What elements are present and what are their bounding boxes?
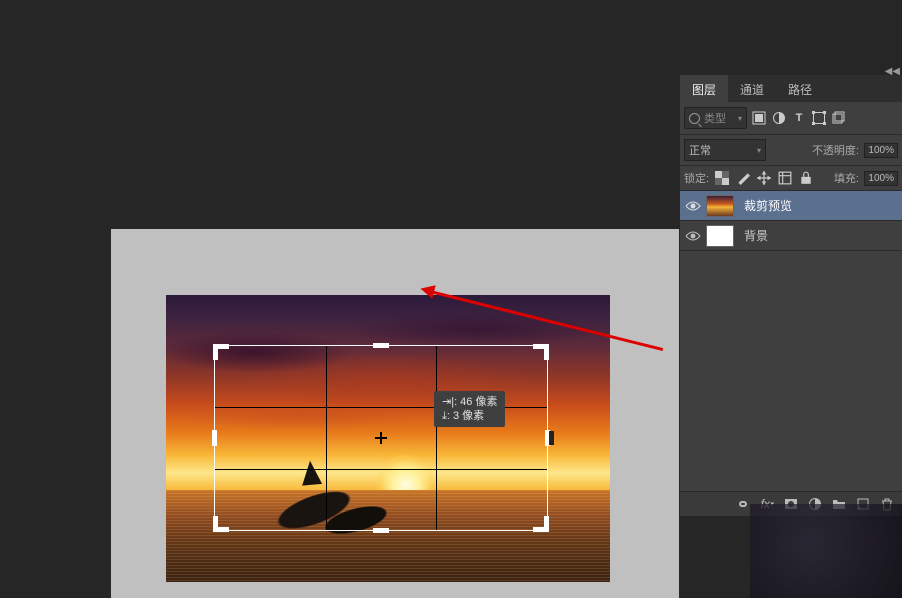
image-content: ⇥|: 46 像素 ⤓: 3 像素 [166,295,610,582]
tooltip-height: ⤓: 3 像素 [442,409,497,423]
blend-mode-select[interactable]: 正常 ▾ [684,139,766,161]
crop-selection[interactable] [214,345,548,531]
tooltip-width: ⇥|: 46 像素 [442,395,497,409]
crop-grid-line [436,346,437,530]
layer-type-filter[interactable]: 类型 ▾ [684,107,747,129]
filter-adjustment-icon[interactable] [771,110,787,126]
filter-type-icon[interactable]: T [791,110,807,126]
layer-filter-row: 类型 ▾ T [680,102,902,135]
panel-tabs: 图层 通道 路径 [680,75,902,102]
lock-transparency-icon[interactable] [714,170,730,186]
crop-handle-top-right[interactable] [544,344,549,360]
crop-center-icon [375,432,387,444]
blend-mode-row: 正常 ▾ 不透明度: 100% [680,135,902,166]
chevron-down-icon: ▾ [738,114,742,123]
layer-row[interactable]: 裁剪预览 [680,191,902,221]
tab-layers[interactable]: 图层 [680,75,728,102]
crop-handle-top-left[interactable] [213,344,218,360]
crop-handle-bottom-right[interactable] [544,516,549,532]
fill-input[interactable]: 100% [864,171,898,186]
filter-shape-icon[interactable] [811,110,827,126]
document-canvas[interactable]: ⇥|: 46 像素 ⤓: 3 像素 [111,229,679,598]
filter-smartobject-icon[interactable] [831,110,847,126]
secondary-preview [750,504,902,598]
crop-handle-top[interactable] [373,343,389,348]
crop-handle-left[interactable] [212,430,217,446]
crop-handle-bottom-left[interactable] [213,516,218,532]
link-layers-icon[interactable] [736,497,750,511]
layers-panel: 图层 通道 路径 类型 ▾ T 正常 ▾ 不透明度: 100% [680,75,902,516]
opacity-label: 不透明度: [812,142,859,158]
visibility-toggle[interactable] [680,230,706,242]
chevron-down-icon: ▾ [757,146,761,155]
layer-name[interactable]: 裁剪预览 [744,197,792,214]
layer-thumbnail[interactable] [706,225,734,247]
blend-mode-value: 正常 [689,142,711,158]
crop-grid-line [215,469,547,470]
lock-pixels-icon[interactable] [735,170,751,186]
layer-name[interactable]: 背景 [744,227,768,244]
lock-label: 锁定: [684,170,709,186]
lock-position-icon[interactable] [756,170,772,186]
fill-label: 填充: [834,170,859,186]
search-icon [689,113,700,124]
layer-thumbnail[interactable] [706,195,734,217]
lock-artboard-icon[interactable] [777,170,793,186]
crop-dimensions-tooltip: ⇥|: 46 像素 ⤓: 3 像素 [434,391,505,427]
opacity-input[interactable]: 100% [864,143,898,158]
visibility-toggle[interactable] [680,200,706,212]
lock-all-icon[interactable] [798,170,814,186]
layer-row[interactable]: 背景 [680,221,902,251]
layers-list: 裁剪预览 背景 [680,191,902,491]
tab-channels[interactable]: 通道 [728,75,776,102]
crop-handle-right-drag[interactable] [549,431,554,445]
lock-row: 锁定: 填充: 100% [680,166,902,191]
tab-paths[interactable]: 路径 [776,75,824,102]
crop-handle-bottom[interactable] [373,528,389,533]
filter-pixel-icon[interactable] [751,110,767,126]
crop-grid-line [326,346,327,530]
filter-type-label: 类型 [704,110,726,126]
layers-empty-area[interactable] [680,251,902,491]
